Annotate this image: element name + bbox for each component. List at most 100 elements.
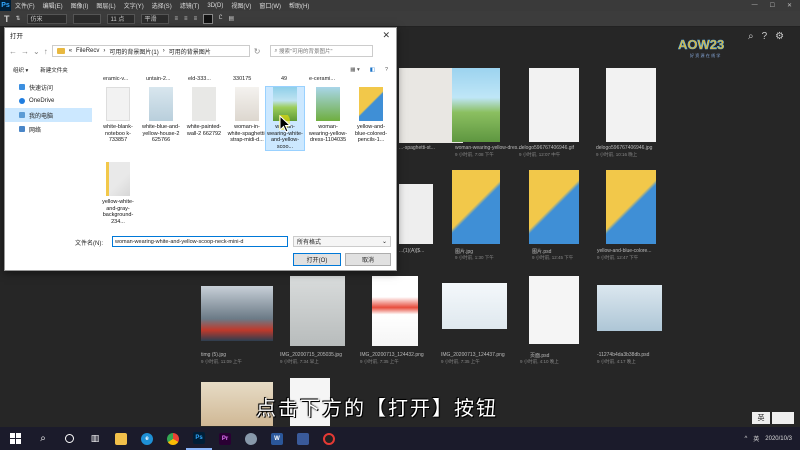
warp-text-icon[interactable]: Ꮭ bbox=[219, 15, 222, 22]
close-icon[interactable]: ✕ bbox=[787, 2, 792, 9]
menu-3d[interactable]: 3D(D) bbox=[203, 3, 227, 9]
file-item[interactable]: woman-in-white-spaghetti-strap-midi-d... bbox=[227, 87, 267, 144]
thumbnail[interactable] bbox=[372, 276, 418, 346]
thumbnail[interactable] bbox=[399, 184, 433, 244]
menu-edit[interactable]: 编辑(E) bbox=[39, 1, 67, 10]
file-item[interactable]: woman-wearing-yellow-dress-1104035 bbox=[308, 87, 348, 144]
search-icon[interactable]: ⌕ bbox=[30, 427, 56, 450]
chevron-down-icon[interactable]: ⌄ bbox=[33, 47, 40, 56]
refresh-icon[interactable]: ↻ bbox=[254, 47, 261, 56]
nav-item-this-pc[interactable]: 我的电脑 bbox=[5, 108, 92, 122]
breadcrumb-item[interactable]: 可用的背景图片(1) bbox=[109, 47, 158, 56]
thumbnail[interactable] bbox=[529, 68, 579, 142]
close-icon[interactable]: ✕ bbox=[382, 30, 390, 41]
font-style-select[interactable] bbox=[72, 13, 101, 24]
ime-indicator[interactable]: 英 bbox=[752, 412, 770, 424]
chrome-icon[interactable] bbox=[160, 427, 186, 450]
menu-file[interactable]: 文件(F) bbox=[11, 1, 39, 10]
photoshop-icon[interactable]: Ps bbox=[186, 427, 212, 450]
file-name[interactable]: untain-2... bbox=[146, 76, 170, 82]
app-monitor-icon[interactable] bbox=[290, 427, 316, 450]
file-name[interactable]: eramic-v... bbox=[103, 76, 128, 82]
menu-help[interactable]: 帮助(H) bbox=[285, 1, 313, 10]
up-arrow-icon[interactable]: ↑ bbox=[44, 47, 48, 56]
filename-input[interactable]: woman-wearing-white-and-yellow-scoop-nec… bbox=[112, 236, 288, 247]
view-options-icon[interactable]: ▦ ▾ bbox=[350, 67, 360, 73]
thumbnail[interactable] bbox=[597, 285, 662, 331]
record-icon[interactable] bbox=[316, 427, 342, 450]
filetype-select[interactable]: 所有格式 ⌄ bbox=[293, 236, 391, 247]
nav-item-onedrive[interactable]: OneDrive bbox=[5, 94, 92, 108]
thumbnail[interactable] bbox=[442, 283, 507, 329]
align-left-icon[interactable]: ≡ bbox=[175, 16, 179, 22]
nav-item-quick-access[interactable]: 快速访问 bbox=[5, 80, 92, 94]
back-arrow-icon[interactable]: ← bbox=[9, 47, 17, 56]
search-input[interactable]: ⌕ 搜索"可用的背景图片" bbox=[270, 45, 374, 57]
minimize-icon[interactable]: — bbox=[752, 2, 758, 9]
file-name[interactable]: e-cerami... bbox=[309, 76, 335, 82]
thumbnail[interactable] bbox=[606, 170, 656, 244]
font-family-select[interactable]: 仿宋 bbox=[26, 13, 67, 24]
new-folder-button[interactable]: 新建文件夹 bbox=[40, 66, 68, 74]
thumbnail[interactable] bbox=[606, 68, 656, 142]
task-view-grid-icon[interactable]: ▥ bbox=[82, 427, 108, 450]
menu-view[interactable]: 视图(V) bbox=[227, 1, 255, 10]
nav-item-network[interactable]: 网络 bbox=[5, 122, 92, 136]
thumbnail[interactable] bbox=[452, 170, 500, 244]
app-circle-icon[interactable] bbox=[238, 427, 264, 450]
premiere-icon[interactable]: Pr bbox=[212, 427, 238, 450]
breadcrumb-item[interactable]: FileRecv bbox=[76, 48, 99, 54]
clock-date[interactable]: 2020/10/3 bbox=[765, 436, 792, 442]
file-thumbnail bbox=[106, 87, 130, 121]
panels-icon[interactable]: ▤ bbox=[228, 15, 234, 22]
thumbnail[interactable] bbox=[529, 170, 579, 244]
font-size-select[interactable]: 11 点 bbox=[106, 13, 135, 24]
file-item[interactable]: white-painted-wall-2 662792 bbox=[184, 87, 224, 137]
forward-arrow-icon[interactable]: → bbox=[21, 47, 29, 56]
settings-icon[interactable]: ⚙ bbox=[775, 31, 784, 42]
menu-type[interactable]: 文字(Y) bbox=[120, 1, 148, 10]
file-item[interactable]: yellow-white-and-gray-background-234... bbox=[98, 162, 138, 225]
preview-pane-icon[interactable]: ◧ bbox=[370, 67, 375, 73]
menu-bar: Ps 文件(F) 编辑(E) 图像(I) 图层(L) 文字(Y) 选择(S) 滤… bbox=[0, 0, 800, 11]
menu-filter[interactable]: 滤镜(T) bbox=[176, 1, 204, 10]
file-item[interactable]: white-blue-and-yellow-house-2 625766 bbox=[141, 87, 181, 144]
address-bar[interactable]: « FileRecv › 可用的背景图片(1) › 可用的背景图片 bbox=[51, 45, 250, 57]
help-icon[interactable]: ? bbox=[762, 31, 768, 42]
windows-start-icon[interactable] bbox=[0, 433, 30, 444]
maximize-icon[interactable]: ☐ bbox=[770, 2, 775, 9]
menu-layer[interactable]: 图层(L) bbox=[92, 1, 119, 10]
thumbnail[interactable] bbox=[290, 276, 345, 346]
menu-image[interactable]: 图像(I) bbox=[67, 1, 93, 10]
text-orientation-icon[interactable]: ⇅ bbox=[16, 15, 21, 22]
file-name[interactable]: eld-333... bbox=[188, 76, 211, 82]
file-explorer-icon[interactable] bbox=[108, 427, 134, 450]
file-name[interactable]: 330175 bbox=[233, 76, 251, 82]
task-view-icon[interactable] bbox=[56, 427, 82, 450]
type-tool-icon[interactable]: T bbox=[4, 14, 10, 24]
open-button[interactable]: 打开(O) bbox=[293, 253, 341, 266]
file-item[interactable]: white-blank-noteboo k-733857 bbox=[98, 87, 138, 144]
organize-button[interactable]: 组织 ▾ bbox=[13, 66, 28, 74]
word-icon[interactable]: W bbox=[264, 427, 290, 450]
ime-toolbar[interactable] bbox=[772, 412, 794, 424]
chevron-up-icon[interactable]: ^ bbox=[744, 436, 747, 442]
menu-window[interactable]: 窗口(W) bbox=[255, 1, 285, 10]
thumbnail[interactable] bbox=[529, 276, 579, 344]
search-icon[interactable]: ⌕ bbox=[748, 31, 754, 42]
thumbnail[interactable] bbox=[201, 286, 273, 341]
align-center-icon[interactable]: ≡ bbox=[184, 16, 188, 22]
breadcrumb-item[interactable]: 可用的背景图片 bbox=[169, 47, 211, 56]
text-color-swatch[interactable] bbox=[203, 13, 214, 24]
edge-icon[interactable]: e bbox=[134, 427, 160, 450]
cancel-button[interactable]: 取消 bbox=[345, 253, 391, 266]
antialias-select[interactable]: 平滑 bbox=[140, 13, 169, 24]
file-name[interactable]: 49 bbox=[281, 76, 287, 82]
align-right-icon[interactable]: ≡ bbox=[194, 16, 198, 22]
thumbnail-label: IMG_20200713_124437.png bbox=[441, 352, 505, 358]
language-indicator[interactable]: 英 bbox=[753, 434, 759, 443]
thumbnail[interactable] bbox=[452, 68, 500, 142]
help-icon[interactable]: ? bbox=[385, 67, 388, 73]
menu-select[interactable]: 选择(S) bbox=[148, 1, 176, 10]
file-item[interactable]: yellow-and-blue-colored-pencils-1... bbox=[351, 87, 391, 144]
